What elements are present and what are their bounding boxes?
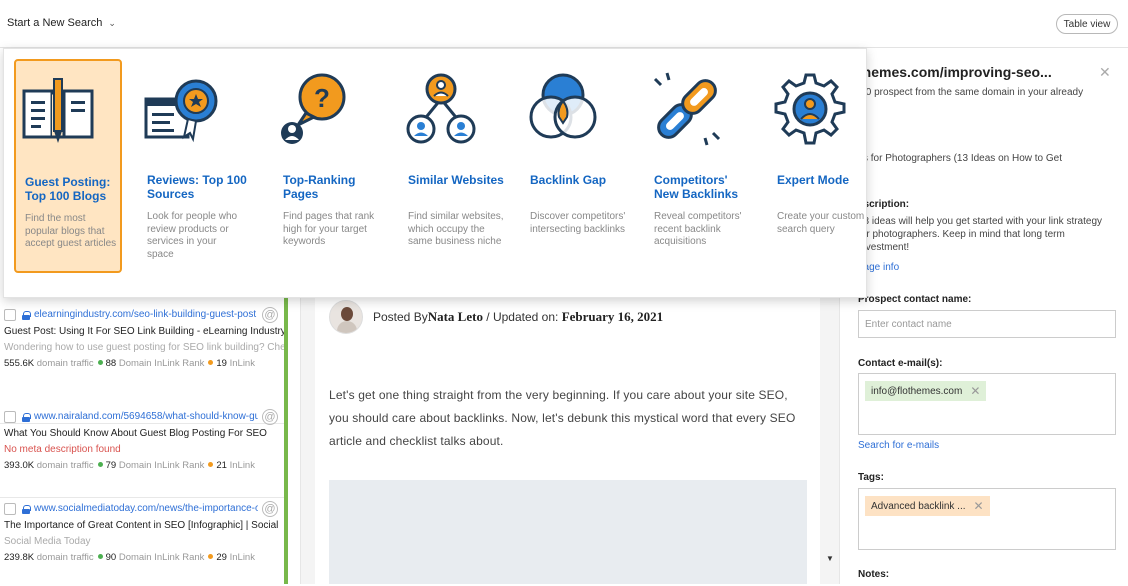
list-item[interactable]: www.socialmediatoday.com/news/the-import… <box>0 500 284 586</box>
remove-icon[interactable]: ✕ <box>970 384 980 398</box>
menu-item-desc: Find similar websites, which occupy the … <box>408 211 504 247</box>
lock-icon <box>22 504 31 514</box>
notes-label: Notes: <box>858 569 890 580</box>
tags-field[interactable]: Advanced backlink ... ✕ <box>858 488 1116 550</box>
menu-item-reviews[interactable]: Reviews: Top 100 Sources Look for people… <box>138 59 247 273</box>
panel-note: s 0 prospect from the same domain in you… <box>858 87 1084 98</box>
result-metrics: 393.0K domain traffic 79 Domain InLink Ra… <box>4 460 255 471</box>
remove-icon[interactable]: ✕ <box>974 499 984 513</box>
menu-item-desc: Create your custom search query <box>777 211 865 235</box>
chain-link-icon <box>653 72 721 146</box>
panel-page-title: ks for Photographers (13 Ideas on How to… <box>858 153 1062 164</box>
menu-item-desc: Find the most popular blogs that accept … <box>25 213 117 249</box>
menu-item-desc: Find pages that rank high for your targe… <box>283 211 375 247</box>
review-badge-icon <box>144 79 218 143</box>
top-bar: Start a New Search ⌄ Table view <box>0 0 1128 48</box>
image-placeholder <box>329 480 807 584</box>
menu-item-guest-posting[interactable]: Guest Posting: Top 100 Blogs Find the mo… <box>14 59 122 273</box>
menu-item-expert-mode[interactable]: Expert Mode Create your custom search qu… <box>768 59 876 273</box>
author-row: Posted ByNata Leto / Updated on: Februar… <box>329 300 663 334</box>
result-metrics: 239.8K domain traffic 90 Domain InLink Ra… <box>4 552 255 563</box>
emails-field[interactable]: info@flothemes.com ✕ <box>858 373 1116 435</box>
post-byline: Posted ByNata Leto / Updated on: Februar… <box>373 309 664 324</box>
list-item[interactable]: elearningindustry.com/seo-link-building-… <box>0 306 284 424</box>
select-checkbox[interactable] <box>4 309 16 321</box>
close-icon[interactable]: ✕ <box>1099 64 1111 81</box>
search-emails-link[interactable]: Search for e-mails <box>858 440 939 451</box>
svg-text:?: ? <box>314 83 330 113</box>
tag-chip[interactable]: Advanced backlink ... ✕ <box>865 496 990 516</box>
menu-item-desc: Look for people who review products or s… <box>147 211 238 260</box>
email-at-icon[interactable]: @ <box>262 307 278 323</box>
people-network-icon <box>406 73 476 144</box>
menu-item-competitors-backlinks[interactable]: Competitors' New Backlinks Reveal compet… <box>645 59 753 273</box>
result-title: What You Should Know About Guest Blog Po… <box>4 428 267 439</box>
question-bubble-icon: ? <box>281 73 346 144</box>
menu-item-desc: Reveal competitors' recent backlink acqu… <box>654 211 742 247</box>
select-checkbox[interactable] <box>4 411 16 423</box>
menu-item-title: Top-Ranking Pages <box>283 173 356 201</box>
result-metrics: 555.6K domain traffic 88 Domain InLink Ra… <box>4 358 255 369</box>
contact-name-input[interactable]: Enter contact name <box>858 310 1116 338</box>
table-view-button[interactable]: Table view <box>1056 14 1118 34</box>
contact-name-label: Prospect contact name: <box>858 294 972 305</box>
panel-title: themes.com/improving-seo... <box>858 64 1052 80</box>
menu-item-title: Competitors' New Backlinks <box>654 173 739 201</box>
description-text: 13 ideas will help you get started with … <box>858 216 1103 253</box>
menu-item-similar-websites[interactable]: Similar Websites Find similar websites, … <box>399 59 507 273</box>
menu-item-top-ranking[interactable]: ? Top-Ranking Pages Find pages that rank… <box>274 59 382 273</box>
chevron-down-icon: ⌄ <box>108 17 116 28</box>
menu-item-title: Reviews: Top 100 Sources <box>147 173 247 201</box>
article-body: Let's get one thing straight from the ve… <box>329 388 796 448</box>
select-checkbox[interactable] <box>4 503 16 515</box>
email-at-icon[interactable]: @ <box>262 501 278 517</box>
book-pencil-icon <box>22 78 94 143</box>
menu-item-backlink-gap[interactable]: Backlink Gap Discover competitors' inter… <box>521 59 629 273</box>
emails-label: Contact e-mail(s): <box>858 358 943 369</box>
list-item[interactable]: www.nairaland.com/5694658/what-should-kn… <box>0 408 284 498</box>
menu-item-title: Backlink Gap <box>530 173 607 187</box>
prospect-panel: themes.com/improving-seo... ✕ s 0 prospe… <box>848 48 1128 584</box>
result-url[interactable]: elearningindustry.com/seo-link-building-… <box>34 307 258 323</box>
scroll-down-icon[interactable]: ▼ <box>826 554 834 563</box>
result-url[interactable]: www.socialmediatoday.com/news/the-import… <box>34 501 258 517</box>
menu-item-title: Expert Mode <box>777 173 850 187</box>
result-url[interactable]: www.nairaland.com/5694658/what-should-kn… <box>34 409 258 425</box>
menu-item-title: Similar Websites <box>408 173 504 187</box>
start-search-label: Start a New Search <box>7 17 103 29</box>
menu-item-title: Guest Posting: Top 100 Blogs <box>25 175 111 203</box>
search-type-menu: Guest Posting: Top 100 Blogs Find the mo… <box>3 48 867 298</box>
venn-diagram-icon <box>529 73 597 139</box>
email-at-icon[interactable]: @ <box>262 409 278 425</box>
email-chip[interactable]: info@flothemes.com ✕ <box>865 381 987 401</box>
result-title: Guest Post: Using It For SEO Link Buildi… <box>4 326 284 337</box>
result-description: No meta description found <box>4 444 121 455</box>
tags-label: Tags: <box>858 472 884 483</box>
gear-person-icon <box>774 73 846 145</box>
menu-item-desc: Discover competitors' intersecting backl… <box>530 211 626 235</box>
result-description: Wondering how to use guest posting for S… <box>4 342 284 353</box>
lock-icon <box>22 412 31 422</box>
lock-icon <box>22 310 31 320</box>
status-bar <box>284 298 288 584</box>
avatar <box>329 300 363 334</box>
result-title: The Importance of Great Content in SEO [… <box>4 520 279 531</box>
result-description: Social Media Today <box>4 536 91 547</box>
start-new-search-dropdown[interactable]: Start a New Search ⌄ <box>7 17 116 29</box>
